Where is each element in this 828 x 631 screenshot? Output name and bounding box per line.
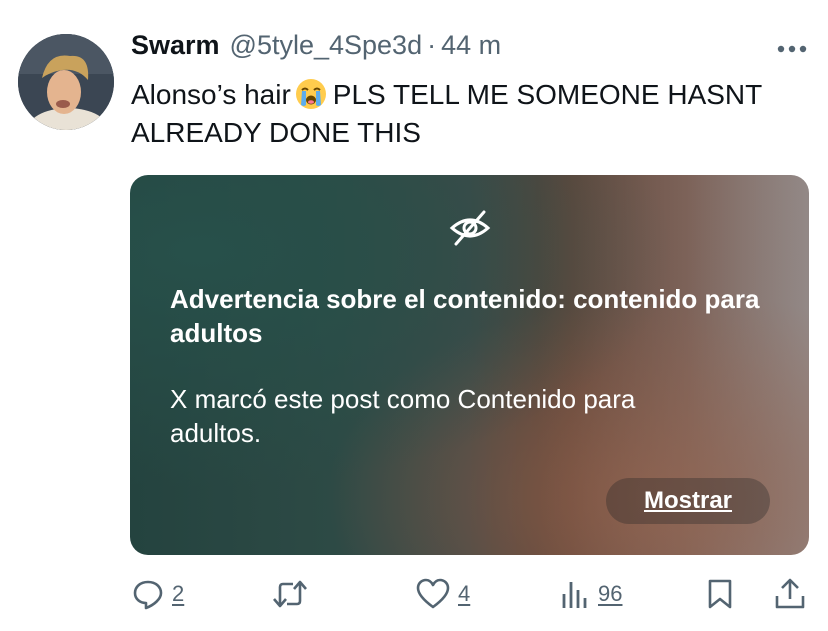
separator-dot: · bbox=[427, 30, 437, 60]
post-header: Swarm @5tyle_4Spe3d · 44 m bbox=[131, 30, 501, 66]
avatar-image bbox=[18, 34, 114, 130]
views-chart-icon bbox=[560, 578, 590, 610]
repost-icon bbox=[272, 578, 308, 610]
repost-button[interactable] bbox=[272, 576, 308, 612]
eye-slash-icon bbox=[448, 208, 492, 248]
action-bar: 2 4 96 bbox=[0, 570, 828, 620]
post: Swarm @5tyle_4Spe3d · 44 m Alonso’s hair… bbox=[0, 0, 828, 631]
heart-icon bbox=[416, 578, 450, 610]
author-name[interactable]: Swarm bbox=[131, 30, 220, 61]
post-text: Alonso’s hair PLS TELL ME SOMEONE HASNT … bbox=[131, 76, 771, 152]
reply-count: 2 bbox=[172, 581, 185, 606]
more-options-icon[interactable] bbox=[775, 36, 809, 62]
loudly-crying-face-icon bbox=[295, 78, 327, 110]
like-count: 4 bbox=[458, 581, 471, 606]
like-button[interactable]: 4 bbox=[416, 576, 470, 612]
bookmark-button[interactable] bbox=[706, 576, 734, 612]
sensitive-media-card[interactable]: Advertencia sobre el contenido: contenid… bbox=[130, 175, 809, 555]
content-warning-description: X marcó este post como Contenido para ad… bbox=[170, 384, 636, 448]
avatar[interactable] bbox=[18, 34, 114, 130]
show-content-button[interactable]: Mostrar bbox=[606, 478, 770, 524]
share-icon bbox=[774, 578, 806, 610]
post-timestamp[interactable]: 44 m bbox=[441, 30, 501, 61]
content-warning-title: Advertencia sobre el contenido: contenid… bbox=[170, 284, 760, 348]
share-button[interactable] bbox=[774, 576, 806, 612]
views-count: 96 bbox=[598, 581, 623, 606]
post-text-start: Alonso’s hair bbox=[131, 79, 291, 110]
views-button[interactable]: 96 bbox=[560, 576, 622, 612]
reply-button[interactable]: 2 bbox=[132, 576, 184, 612]
reply-icon bbox=[132, 578, 164, 610]
bookmark-icon bbox=[706, 578, 734, 610]
author-handle[interactable]: @5tyle_4Spe3d bbox=[230, 30, 423, 61]
